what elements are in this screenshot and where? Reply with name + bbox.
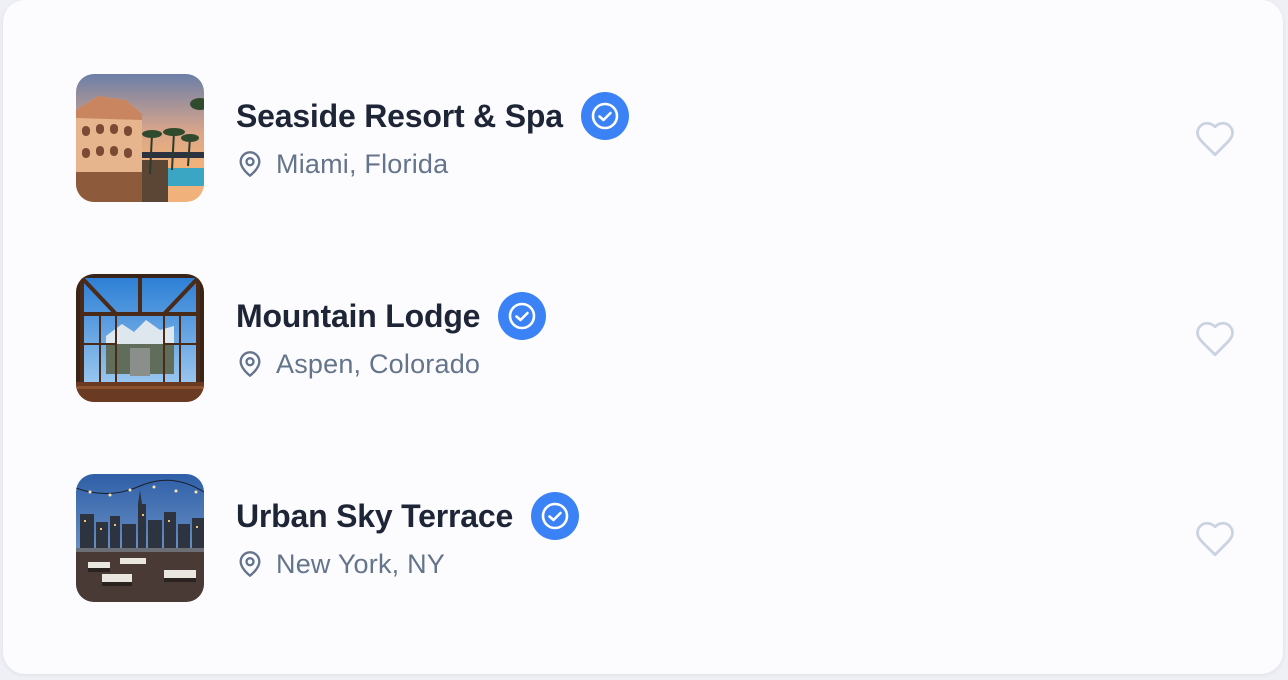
favorite-button[interactable] xyxy=(1194,318,1236,360)
favorite-button[interactable] xyxy=(1194,118,1236,160)
map-pin-icon xyxy=(239,151,261,177)
check-circle-icon xyxy=(531,492,580,540)
map-pin-icon xyxy=(239,351,261,377)
heart-outline-icon xyxy=(1196,321,1234,357)
heart-outline-icon xyxy=(1196,521,1234,557)
listing-item-urban-sky-terrace[interactable]: Urban Sky Terrace New York, NY xyxy=(76,474,1236,602)
listing-location: Aspen, Colorado xyxy=(276,348,481,379)
listing-thumbnail xyxy=(76,274,204,402)
listing-thumbnail xyxy=(76,74,204,202)
listing-item-mountain-lodge[interactable]: Mountain Lodge Aspen, Colorado xyxy=(76,274,1236,402)
listing-title: Seaside Resort & Spa xyxy=(236,97,563,134)
check-circle-icon xyxy=(498,292,547,340)
listing-location: Miami, Florida xyxy=(276,148,449,179)
map-pin-icon xyxy=(239,551,261,577)
listing-location: New York, NY xyxy=(276,548,445,579)
listing-thumbnail xyxy=(76,474,204,602)
listing-title: Urban Sky Terrace xyxy=(236,497,514,534)
check-circle-icon xyxy=(580,92,629,140)
favorite-button[interactable] xyxy=(1194,518,1236,560)
listing-title: Mountain Lodge xyxy=(236,297,481,334)
listings-card: Seaside Resort & Spa Miami, Florida Moun… xyxy=(3,0,1283,674)
listing-item-seaside-resort[interactable]: Seaside Resort & Spa Miami, Florida xyxy=(76,74,1236,202)
heart-outline-icon xyxy=(1196,121,1234,157)
